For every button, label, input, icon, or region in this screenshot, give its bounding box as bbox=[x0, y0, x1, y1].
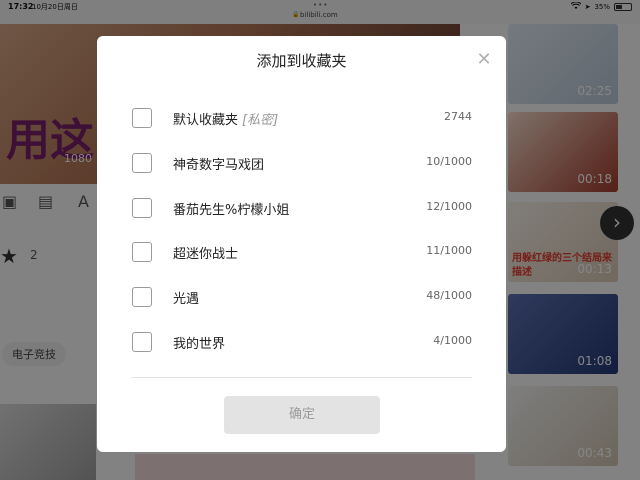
folder-count: 11/1000 bbox=[426, 244, 472, 257]
folder-name-text: 默认收藏夹 bbox=[173, 113, 239, 128]
folder-count: 48/1000 bbox=[426, 289, 472, 302]
folder-item[interactable]: 神奇数字马戏团 10/1000 bbox=[97, 141, 506, 185]
add-to-favorites-dialog: 添加到收藏夹 ✕ 默认收藏夹 [私密] 2744 神奇数字马戏团 10/1000 … bbox=[97, 36, 506, 452]
checkbox-icon[interactable] bbox=[132, 198, 152, 218]
folder-name: 超迷你战士 bbox=[173, 247, 239, 262]
private-label: [私密] bbox=[242, 113, 279, 128]
folder-item[interactable]: 番茄先生%柠檬小姐 12/1000 bbox=[97, 186, 506, 230]
divider bbox=[131, 377, 472, 378]
folder-count: 12/1000 bbox=[426, 200, 472, 213]
folder-name: 我的世界 bbox=[173, 337, 226, 352]
checkbox-icon[interactable] bbox=[132, 242, 152, 262]
folder-item[interactable]: 光遇 48/1000 bbox=[97, 275, 506, 319]
checkbox-icon[interactable] bbox=[132, 332, 152, 352]
close-icon[interactable]: ✕ bbox=[474, 50, 494, 70]
checkbox-icon[interactable] bbox=[132, 153, 152, 173]
folder-name: 光遇 bbox=[173, 292, 200, 307]
folder-name: 默认收藏夹 [私密] bbox=[173, 109, 278, 128]
folder-item[interactable]: 超迷你战士 11/1000 bbox=[97, 230, 506, 274]
checkbox-icon[interactable] bbox=[132, 108, 152, 128]
folder-item[interactable]: 默认收藏夹 [私密] 2744 bbox=[97, 96, 506, 140]
folder-count: 4/1000 bbox=[433, 334, 472, 347]
folder-name: 神奇数字马戏团 bbox=[173, 158, 265, 173]
folder-count: 2744 bbox=[444, 110, 472, 123]
confirm-button[interactable]: 确定 bbox=[224, 396, 380, 434]
folder-name: 番茄先生%柠檬小姐 bbox=[173, 203, 290, 218]
checkbox-icon[interactable] bbox=[132, 287, 152, 307]
folder-item[interactable]: 我的世界 4/1000 bbox=[97, 320, 506, 364]
dialog-title: 添加到收藏夹 bbox=[256, 52, 347, 70]
folder-count: 10/1000 bbox=[426, 155, 472, 168]
